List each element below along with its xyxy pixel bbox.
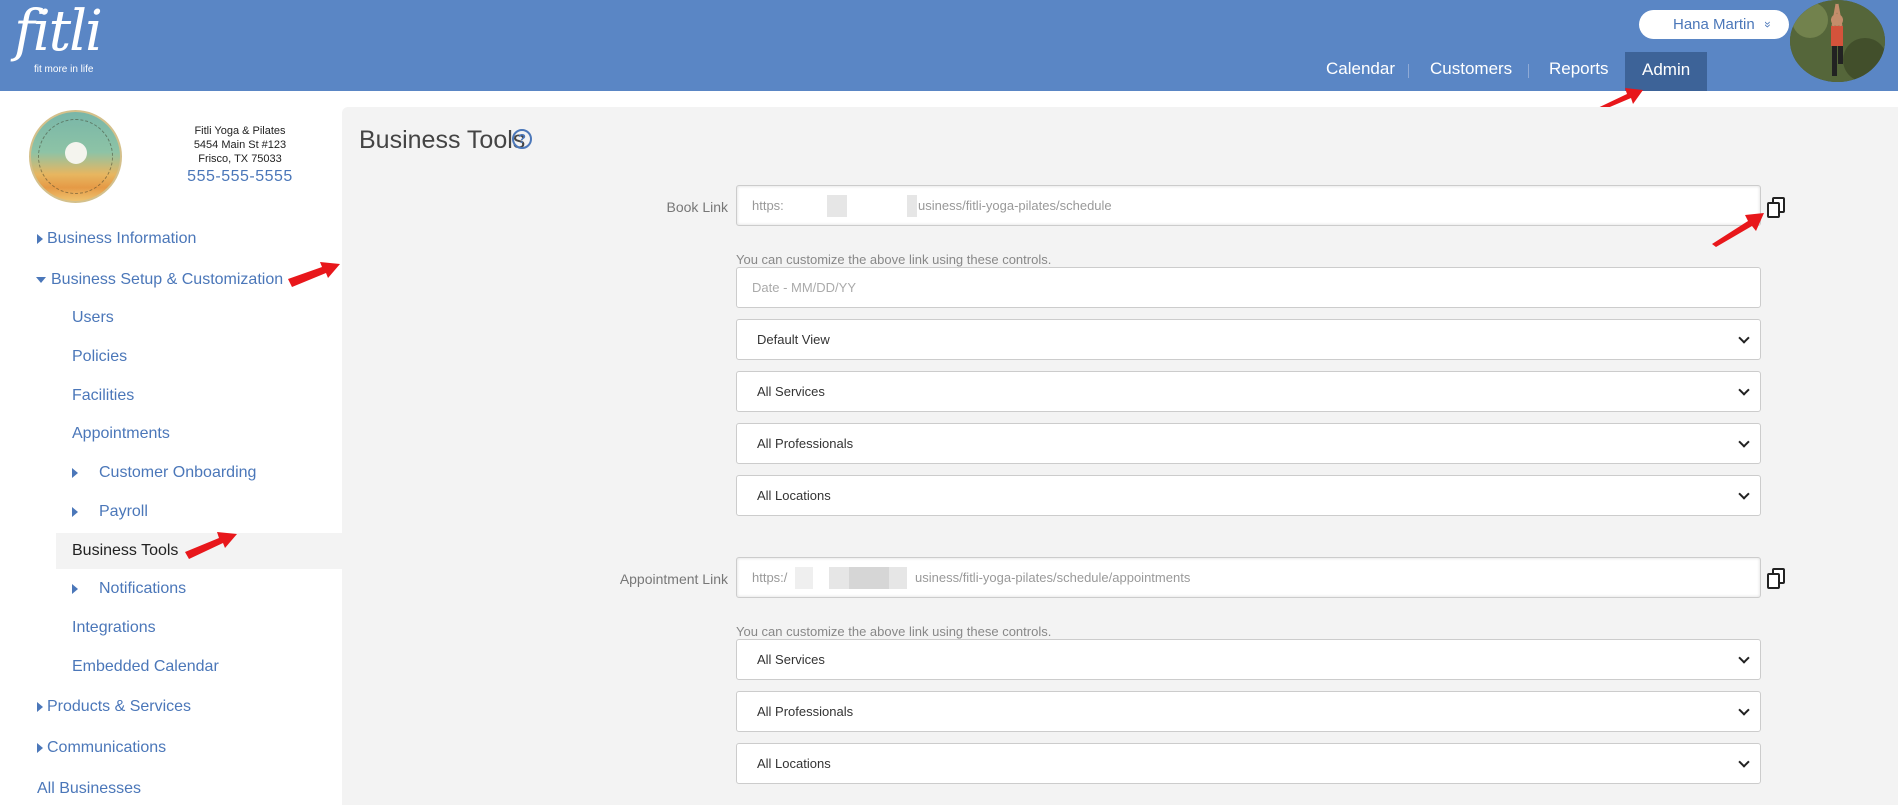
caret-right-icon [37, 234, 43, 244]
business-address-line2: Frisco, TX 75033 [198, 153, 282, 165]
book-link-label: Book Link [666, 199, 728, 215]
sidebar-item-notifications[interactable]: Notifications [99, 580, 186, 598]
business-name: Fitli Yoga & Pilates [194, 125, 286, 137]
nav-divider [1408, 64, 1409, 78]
professionals-select[interactable]: All Professionals [736, 423, 1761, 464]
top-header [0, 0, 1898, 91]
business-address: Fitli Yoga & Pilates 5454 Main St #123 F… [160, 124, 320, 166]
sidebar-item-users[interactable]: Users [72, 309, 114, 327]
chevron-down-icon [1738, 488, 1750, 500]
business-phone[interactable]: 555-555-5555 [160, 168, 320, 186]
caret-down-icon [36, 277, 46, 283]
annotation-arrow-icon [288, 262, 340, 287]
caret-right-icon [72, 507, 78, 517]
appointment-locations-select[interactable]: All Locations [736, 743, 1761, 784]
chevron-down-icon [1738, 332, 1750, 344]
caret-right-icon [72, 584, 78, 594]
book-link-prefix: https: [752, 198, 784, 213]
caret-right-icon [37, 702, 43, 712]
help-icon[interactable]: ? [512, 129, 532, 149]
caret-right-icon [72, 468, 78, 478]
appointment-link-path: usiness/fitli-yoga-pilates/schedule/appo… [915, 570, 1191, 585]
chevron-down-icon [1738, 384, 1750, 396]
business-address-line1: 5454 Main St #123 [193, 139, 287, 151]
chevron-down-icon [1738, 756, 1750, 768]
user-menu-button[interactable]: Hana Martin » [1639, 10, 1789, 39]
sidebar-item-facilities[interactable]: Facilities [72, 387, 134, 405]
chevron-down-icon [1738, 652, 1750, 664]
appointment-link-hint: You can customize the above link using t… [736, 624, 1052, 639]
book-link-path: usiness/fitli-yoga-pilates/schedule [918, 198, 1112, 213]
avatar[interactable] [1790, 0, 1885, 82]
caret-right-icon [37, 743, 43, 753]
logo-wordmark: fitli [14, 0, 103, 64]
nav-divider [1528, 64, 1529, 78]
appointment-link-field[interactable]: https:/ usiness/fitli-yoga-pilates/sched… [736, 557, 1761, 598]
sidebar-item-integrations[interactable]: Integrations [72, 619, 156, 637]
annotation-arrow-icon [185, 532, 237, 559]
nav-customers[interactable]: Customers [1430, 53, 1512, 91]
services-select[interactable]: All Services [736, 371, 1761, 412]
copy-icon[interactable] [1765, 567, 1787, 591]
business-logo [29, 110, 122, 203]
sidebar-item-appointments[interactable]: Appointments [72, 425, 170, 443]
logo-tagline: fit more in life [34, 64, 94, 75]
locations-select[interactable]: All Locations [736, 475, 1761, 516]
appointment-professionals-select[interactable]: All Professionals [736, 691, 1761, 732]
chevron-down-icon [1738, 704, 1750, 716]
sidebar-item-products-services[interactable]: Products & Services [47, 698, 191, 716]
sidebar-item-embedded-calendar[interactable]: Embedded Calendar [72, 658, 219, 676]
chevron-down-icon [1738, 436, 1750, 448]
appointment-services-select[interactable]: All Services [736, 639, 1761, 680]
nav-calendar[interactable]: Calendar [1326, 53, 1395, 91]
fitli-logo[interactable]: fitli fit more in life [14, 0, 103, 76]
sidebar-item-payroll[interactable]: Payroll [99, 503, 148, 521]
sidebar-item-business-tools[interactable]: Business Tools [72, 542, 178, 560]
sidebar-item-communications[interactable]: Communications [47, 739, 166, 757]
annotation-arrow-icon [1712, 213, 1764, 247]
book-link-hint: You can customize the above link using t… [736, 252, 1052, 267]
sidebar-item-policies[interactable]: Policies [72, 348, 127, 366]
appointment-link-prefix: https:/ [752, 570, 788, 585]
appointment-link-label: Appointment Link [619, 571, 728, 587]
sidebar-item-customer-onboarding[interactable]: Customer Onboarding [99, 464, 256, 482]
date-input[interactable]: Date - MM/DD/YY [736, 267, 1761, 308]
sidebar-item-all-businesses[interactable]: All Businesses [37, 780, 141, 798]
page-title: Business Tools [359, 126, 526, 154]
sidebar-item-business-setup[interactable]: Business Setup & Customization [51, 271, 283, 289]
chevron-down-icon: » [1760, 21, 1775, 28]
view-select[interactable]: Default View [736, 319, 1761, 360]
sidebar-item-business-information[interactable]: Business Information [47, 230, 196, 248]
user-name: Hana Martin [1673, 16, 1755, 33]
copy-icon[interactable] [1765, 196, 1787, 220]
book-link-field[interactable]: https: usiness/fitli-yoga-pilates/schedu… [736, 185, 1761, 226]
